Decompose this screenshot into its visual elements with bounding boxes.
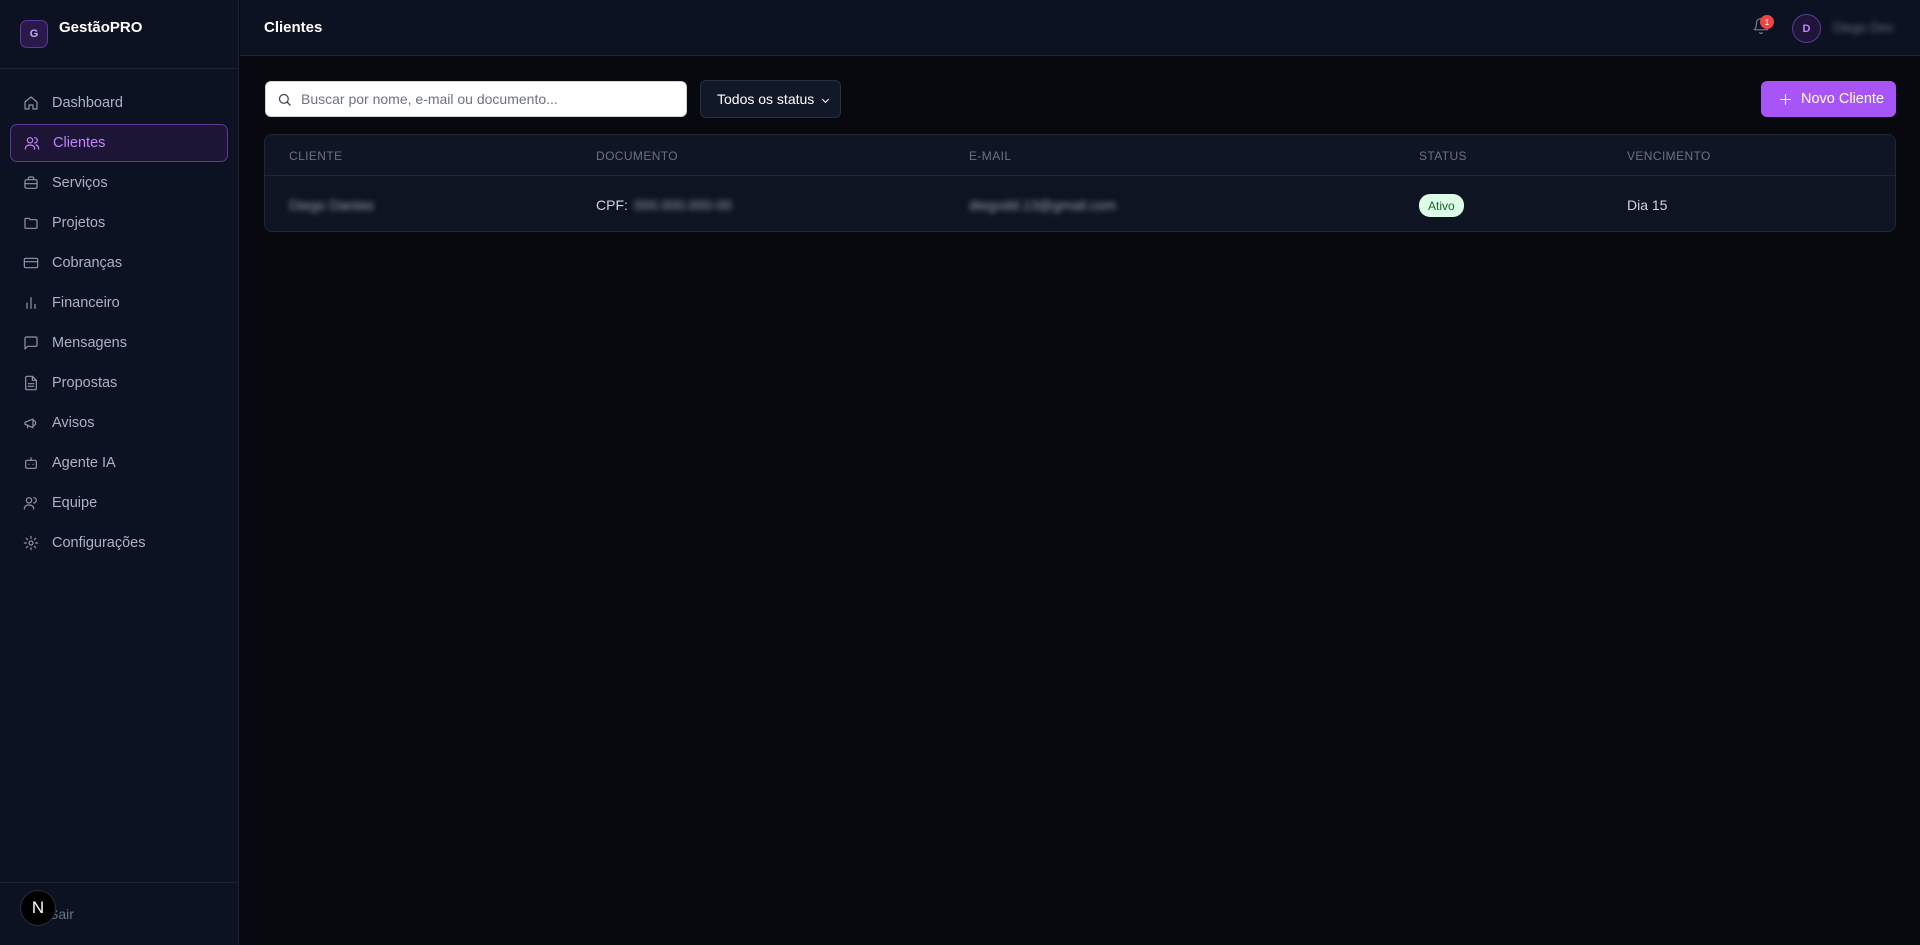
status-filter-value: Todos os status bbox=[717, 91, 815, 107]
credit-card-icon bbox=[23, 257, 39, 269]
due-day: Dia 15 bbox=[1627, 197, 1668, 213]
sidebar-item-cobrancas[interactable]: Cobranças bbox=[10, 244, 228, 282]
sidebar-item-label: Dashboard bbox=[52, 95, 123, 111]
briefcase-icon bbox=[24, 176, 38, 189]
brand-logo: G bbox=[20, 20, 48, 48]
sidebar-item-mensagens[interactable]: Mensagens bbox=[10, 324, 228, 362]
sidebar-item-label: Mensagens bbox=[52, 335, 127, 351]
table-header: CLIENTE DOCUMENTO E-MAIL STATUS VENCIMEN… bbox=[265, 135, 1895, 176]
sidebar-item-agente-ia[interactable]: Agente IA bbox=[10, 444, 228, 482]
sidebar-footer: Sair N bbox=[0, 882, 238, 945]
search-box bbox=[265, 81, 687, 117]
sidebar-item-equipe[interactable]: Equipe bbox=[10, 484, 228, 522]
client-email: diegodd.13@gmail.com bbox=[969, 197, 1117, 213]
search-icon bbox=[278, 93, 291, 106]
column-header-email[interactable]: E-MAIL bbox=[969, 149, 1011, 163]
new-client-button[interactable]: Novo Cliente bbox=[1761, 81, 1896, 117]
column-header-status[interactable]: STATUS bbox=[1419, 149, 1467, 163]
sidebar-item-avisos[interactable]: Avisos bbox=[10, 404, 228, 442]
column-header-cliente[interactable]: CLIENTE bbox=[289, 149, 342, 163]
team-icon bbox=[23, 497, 37, 510]
top-bar: Clientes 1 D Diego Dev bbox=[240, 0, 1920, 56]
status-badge: Ativo bbox=[1419, 194, 1464, 217]
sidebar-item-label: Agente IA bbox=[52, 455, 116, 471]
column-header-documento[interactable]: DOCUMENTO bbox=[596, 149, 678, 163]
home-icon bbox=[24, 96, 38, 110]
sidebar-item-label: Configurações bbox=[52, 535, 146, 551]
sidebar-item-financeiro[interactable]: Financeiro bbox=[10, 284, 228, 322]
document-prefix: CPF: bbox=[596, 197, 628, 213]
sidebar-item-projetos[interactable]: Projetos bbox=[10, 204, 228, 242]
bot-icon bbox=[25, 457, 37, 469]
sidebar-item-label: Equipe bbox=[52, 495, 98, 511]
folder-icon bbox=[24, 217, 38, 229]
sidebar-item-label: Financeiro bbox=[52, 295, 120, 311]
file-text-icon bbox=[25, 375, 37, 391]
avatar[interactable]: D bbox=[1792, 14, 1821, 43]
sidebar: G GestãoPRO Dashboard Clientes Serviços … bbox=[0, 0, 239, 945]
sidebar-item-propostas[interactable]: Propostas bbox=[10, 364, 228, 402]
sidebar-item-label: Serviços bbox=[52, 175, 108, 191]
client-name[interactable]: Diego Dantas bbox=[289, 197, 374, 213]
bar-chart-icon bbox=[26, 297, 36, 309]
sidebar-nav: Dashboard Clientes Serviços Projetos Cob… bbox=[0, 69, 238, 562]
users-icon bbox=[24, 137, 40, 150]
sidebar-item-clientes[interactable]: Clientes bbox=[10, 124, 228, 162]
sidebar-item-label: Clientes bbox=[53, 135, 106, 151]
notification-count-badge: 1 bbox=[1760, 15, 1774, 29]
sidebar-item-configuracoes[interactable]: Configurações bbox=[10, 524, 228, 562]
dev-badge-icon[interactable]: N bbox=[20, 890, 56, 926]
clients-table: CLIENTE DOCUMENTO E-MAIL STATUS VENCIMEN… bbox=[264, 134, 1896, 232]
search-input[interactable] bbox=[301, 82, 681, 116]
chevron-down-icon bbox=[821, 98, 830, 104]
sidebar-item-label: Propostas bbox=[52, 375, 118, 391]
sidebar-item-label: Cobranças bbox=[52, 255, 123, 271]
document-value: 000.000.000-00 bbox=[634, 197, 733, 213]
brand[interactable]: G GestãoPRO bbox=[0, 0, 238, 69]
sidebar-item-servicos[interactable]: Serviços bbox=[10, 164, 228, 202]
plus-icon bbox=[1780, 93, 1791, 105]
megaphone-icon bbox=[24, 418, 37, 429]
status-filter-select[interactable]: Todos os status bbox=[700, 80, 841, 118]
brand-name: GestãoPRO bbox=[59, 19, 143, 36]
page-title: Clientes bbox=[264, 19, 323, 36]
sidebar-item-label: Avisos bbox=[52, 415, 95, 431]
message-icon bbox=[24, 336, 38, 350]
sidebar-item-label: Projetos bbox=[52, 215, 106, 231]
sidebar-item-dashboard[interactable]: Dashboard bbox=[10, 84, 228, 122]
new-client-label: Novo Cliente bbox=[1801, 91, 1885, 107]
column-header-vencimento[interactable]: VENCIMENTO bbox=[1627, 149, 1711, 163]
user-name[interactable]: Diego Dev bbox=[1833, 20, 1894, 35]
gear-icon bbox=[23, 535, 39, 551]
